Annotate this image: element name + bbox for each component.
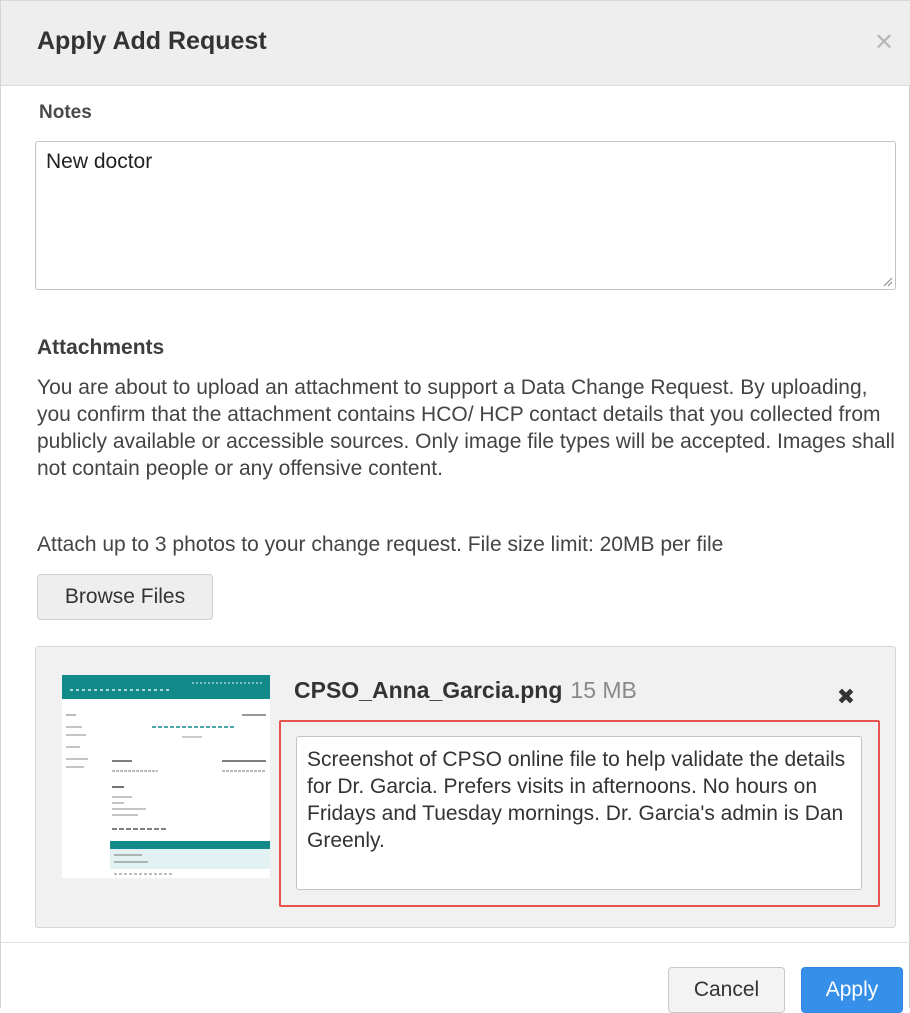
cancel-button[interactable]: Cancel [668, 967, 785, 1013]
attachment-limit-text: Attach up to 3 photos to your change req… [37, 533, 724, 556]
attachment-size: 15 MB [570, 677, 637, 703]
dialog-title: Apply Add Request [37, 27, 267, 55]
notes-label: Notes [39, 102, 92, 123]
attachments-heading: Attachments [37, 336, 165, 359]
attachment-description-textarea[interactable]: Screenshot of CPSO online file to help v… [296, 736, 862, 890]
attachment-name: CPSO_Anna_Garcia.png [294, 677, 563, 703]
attachment-filename: CPSO_Anna_Garcia.png 15 MB [294, 677, 637, 704]
dialog-header: Apply Add Request ✕ [1, 0, 910, 86]
notes-value: New doctor [46, 150, 153, 173]
close-icon[interactable]: ✕ [871, 29, 897, 55]
remove-file-icon[interactable]: ✖ [835, 687, 857, 709]
dialog-footer: Cancel Apply [1, 942, 910, 1013]
attachments-disclaimer: You are about to upload an attachment to… [37, 376, 895, 480]
file-thumbnail[interactable] [62, 675, 270, 878]
notes-textarea[interactable]: New doctor [35, 141, 896, 290]
browse-files-button[interactable]: Browse Files [37, 574, 213, 620]
attached-file-card: CPSO_Anna_Garcia.png 15 MB ✖ Screenshot o… [35, 646, 896, 928]
resize-handle-icon[interactable] [881, 275, 893, 287]
apply-add-request-dialog: Apply Add Request ✕ Notes New doctor Att… [0, 0, 910, 1013]
apply-button[interactable]: Apply [801, 967, 903, 1013]
description-highlight: Screenshot of CPSO online file to help v… [279, 720, 880, 907]
